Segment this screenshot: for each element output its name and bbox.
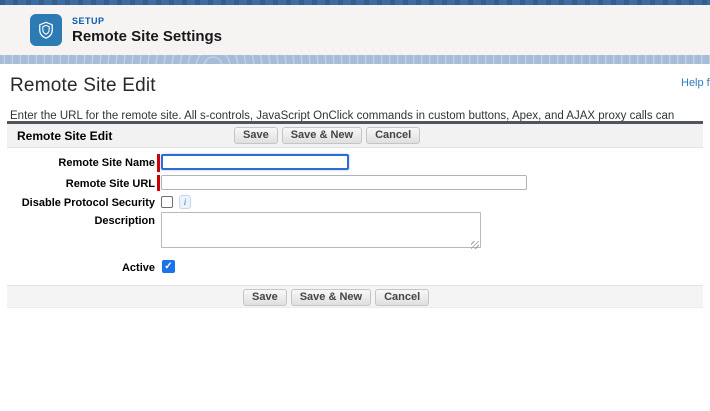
save-and-new-button-bottom[interactable]: Save & New	[291, 289, 371, 306]
save-button-top[interactable]: Save	[234, 127, 278, 144]
remote-site-name-label: Remote Site Name	[7, 154, 155, 169]
cancel-button-top[interactable]: Cancel	[366, 127, 420, 144]
save-and-new-button-top[interactable]: Save & New	[282, 127, 362, 144]
setup-icon-tile	[30, 14, 62, 46]
disable-protocol-security-label: Disable Protocol Security	[7, 194, 155, 209]
section-header: Remote Site Edit Save Save & New Cancel	[7, 124, 703, 148]
save-button-bottom[interactable]: Save	[243, 289, 287, 306]
section-footer: Save Save & New Cancel	[7, 285, 703, 308]
setup-page-title: Remote Site Settings	[72, 28, 222, 45]
decorative-pattern-strip	[0, 55, 710, 64]
active-checkbox[interactable]: ✓	[162, 260, 175, 273]
remote-site-edit-section: Remote Site Edit Save Save & New Cancel …	[7, 121, 703, 308]
disable-protocol-security-checkbox[interactable]	[161, 196, 173, 208]
page-title: Remote Site Edit	[10, 75, 700, 97]
checkmark-icon: ✓	[164, 261, 172, 272]
required-indicator	[157, 175, 160, 191]
remote-site-name-input[interactable]	[161, 154, 349, 170]
info-icon[interactable]: i	[179, 195, 191, 209]
help-link[interactable]: Help f	[681, 77, 710, 89]
setup-header: SETUP Remote Site Settings	[0, 5, 710, 55]
cancel-button-bottom[interactable]: Cancel	[375, 289, 429, 306]
remote-site-url-label: Remote Site URL	[7, 175, 155, 190]
remote-site-url-input[interactable]	[161, 175, 527, 190]
active-label: Active	[7, 259, 155, 274]
textarea-resize-handle[interactable]	[471, 241, 479, 249]
setup-eyebrow: SETUP	[72, 16, 222, 26]
edit-form: Remote Site Name Remote Site URL Disable…	[7, 148, 703, 285]
shield-icon	[36, 20, 56, 40]
section-title: Remote Site Edit	[7, 129, 112, 143]
required-indicator	[157, 154, 160, 172]
description-label: Description	[7, 212, 155, 227]
description-textarea[interactable]	[161, 212, 481, 248]
